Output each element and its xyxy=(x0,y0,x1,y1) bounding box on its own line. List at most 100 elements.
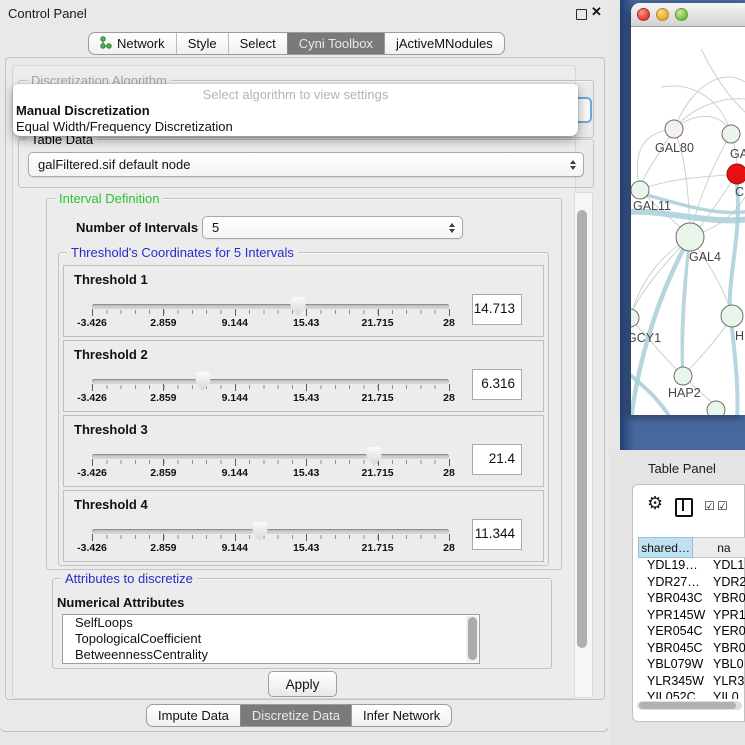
zoom-traffic-light-icon[interactable] xyxy=(675,8,688,21)
combo-arrows-icon xyxy=(449,223,455,233)
threshold-label: Threshold 1 xyxy=(74,272,148,287)
close-icon[interactable]: ✕ xyxy=(591,4,602,20)
threshold-value-field[interactable]: 11.344 xyxy=(472,519,522,550)
table-header-row: shared… na xyxy=(638,537,745,558)
major-tick xyxy=(235,384,236,391)
tick-label: 9.144 xyxy=(222,542,248,554)
table-row[interactable]: YBR045CYBR0 xyxy=(638,641,745,658)
gear-icon[interactable]: ⚙ xyxy=(647,493,663,514)
node-red[interactable] xyxy=(727,164,745,184)
attribute-item-selfloops[interactable]: SelfLoops xyxy=(63,615,479,631)
slider-track[interactable] xyxy=(92,379,449,384)
tick-label: 21.715 xyxy=(362,542,394,554)
node-partial-right-low[interactable] xyxy=(721,305,743,327)
node-partial-bottom[interactable] xyxy=(707,401,725,415)
major-tick xyxy=(92,459,93,466)
table-row[interactable]: YDR27…YDR2 xyxy=(638,575,745,592)
bottom-tab-bar: Impute DataDiscretize DataInfer Network xyxy=(146,704,452,727)
table-data-combo-value: galFiltered.sif default node xyxy=(38,157,190,172)
node-partial-right-top[interactable] xyxy=(722,125,740,143)
node-label-gcy1: GCY1 xyxy=(631,331,661,345)
tick-label: 2.859 xyxy=(150,467,176,479)
major-tick xyxy=(449,459,450,466)
tick-label: -3.426 xyxy=(77,542,107,554)
algorithm-option-manual-discretization[interactable]: Manual Discretization xyxy=(16,103,575,119)
node-gal11[interactable] xyxy=(631,181,649,199)
numerical-attributes-list[interactable]: SelfLoopsTopologicalCoefficientBetweenne… xyxy=(62,614,480,664)
slider-track[interactable] xyxy=(92,529,449,534)
node-hap2[interactable] xyxy=(674,367,692,385)
table-panel: Table Panel ⚙ ☑ ☑ shared… na YDL19…YDL1Y… xyxy=(610,450,745,745)
tick-label: 21.715 xyxy=(362,317,394,329)
major-tick xyxy=(306,309,307,316)
network-canvas[interactable]: GAL80 GA C GAL11 GAL4 GCY1 H HAP2 xyxy=(631,27,745,415)
tick-label: -3.426 xyxy=(77,317,107,329)
slider-track[interactable] xyxy=(92,304,449,309)
table-hscrollbar-thumb[interactable] xyxy=(639,702,736,709)
major-tick xyxy=(163,459,164,466)
algorithm-option-equal-width-frequency-discretization[interactable]: Equal Width/Frequency Discretization xyxy=(16,119,575,135)
tab-select[interactable]: Select xyxy=(228,33,287,54)
settings-scrollbar-thumb[interactable] xyxy=(577,210,587,648)
table-data-combo[interactable]: galFiltered.sif default node xyxy=(28,152,584,177)
node-gal80[interactable] xyxy=(665,120,683,138)
threshold-value-field[interactable]: 14.713 xyxy=(472,294,522,325)
attributes-list-scrollbar[interactable] xyxy=(466,616,478,662)
column-header-shared[interactable]: shared… xyxy=(638,537,693,558)
settings-vertical-scrollbar[interactable] xyxy=(574,192,593,698)
tab-impute-data[interactable]: Impute Data xyxy=(147,705,240,726)
checkbox-icon[interactable]: ☑ xyxy=(717,499,728,513)
threshold-panel-3: Threshold 3-3.4262.8599.14415.4321.71528… xyxy=(63,415,544,487)
table-horizontal-scrollbar[interactable] xyxy=(637,701,742,710)
minor-ticks xyxy=(92,385,449,389)
table-row[interactable]: YIL052CYIL0 xyxy=(638,690,745,699)
threshold-value-field[interactable]: 21.4 xyxy=(472,444,522,475)
checkbox-icon[interactable]: ☑ xyxy=(704,499,715,513)
node-gcy1[interactable] xyxy=(631,309,639,327)
node-gal4[interactable] xyxy=(676,223,704,251)
major-tick xyxy=(235,459,236,466)
tab-discretize-data[interactable]: Discretize Data xyxy=(240,705,351,726)
tick-label: 28 xyxy=(443,467,455,479)
table-row[interactable]: YER054CYER0 xyxy=(638,624,745,641)
table-row[interactable]: YPR145WYPR1 xyxy=(638,608,745,625)
table-row[interactable]: YDL19…YDL1 xyxy=(638,558,745,575)
tick-label: 9.144 xyxy=(222,392,248,404)
attribute-item-betweennesscentrality[interactable]: BetweennessCentrality xyxy=(63,647,479,663)
tab-jactivemnodules[interactable]: jActiveMNodules xyxy=(384,33,504,54)
minimize-traffic-light-icon[interactable] xyxy=(656,8,669,21)
close-traffic-light-icon[interactable] xyxy=(637,8,650,21)
attributes-group-title: Attributes to discretize xyxy=(61,571,197,586)
major-tick xyxy=(306,384,307,391)
threshold-slider: -3.4262.8599.14415.4321.71528 xyxy=(92,294,449,336)
tab-infer-network[interactable]: Infer Network xyxy=(351,705,451,726)
threshold-panel-4: Threshold 4-3.4262.8599.14415.4321.71528… xyxy=(63,490,544,562)
table-row[interactable]: YBL079WYBL0 xyxy=(638,657,745,674)
apply-button[interactable]: Apply xyxy=(268,671,337,697)
tab-network[interactable]: Network xyxy=(89,33,176,54)
attribute-item-topologicalcoefficient[interactable]: TopologicalCoefficient xyxy=(63,631,479,647)
float-window-icon[interactable] xyxy=(576,9,587,20)
num-intervals-combo[interactable]: 5 xyxy=(202,216,463,239)
major-tick xyxy=(306,534,307,541)
split-view-icon[interactable] xyxy=(675,498,693,517)
major-tick xyxy=(449,534,450,541)
tick-label: 15.43 xyxy=(293,467,319,479)
algorithm-popup-prompt: Select algorithm to view settings xyxy=(13,87,578,102)
major-tick xyxy=(92,309,93,316)
threshold-slider: -3.4262.8599.14415.4321.71528 xyxy=(92,369,449,411)
threshold-slider: -3.4262.8599.14415.4321.71528 xyxy=(92,444,449,486)
column-header-name[interactable]: na xyxy=(693,537,745,558)
table-row[interactable]: YLR345WYLR3 xyxy=(638,674,745,691)
table-row[interactable]: YBR043CYBR0 xyxy=(638,591,745,608)
node-label-gal80: GAL80 xyxy=(655,141,694,155)
tab-cyni-toolbox[interactable]: Cyni Toolbox xyxy=(287,33,384,54)
node-label-partial-low: H xyxy=(735,329,744,343)
tab-style[interactable]: Style xyxy=(176,33,228,54)
tick-label: 15.43 xyxy=(293,392,319,404)
minor-ticks xyxy=(92,460,449,464)
threshold-value-field[interactable]: 6.316 xyxy=(472,369,522,400)
slider-track[interactable] xyxy=(92,454,449,459)
tick-label: 2.859 xyxy=(150,542,176,554)
major-tick xyxy=(92,534,93,541)
